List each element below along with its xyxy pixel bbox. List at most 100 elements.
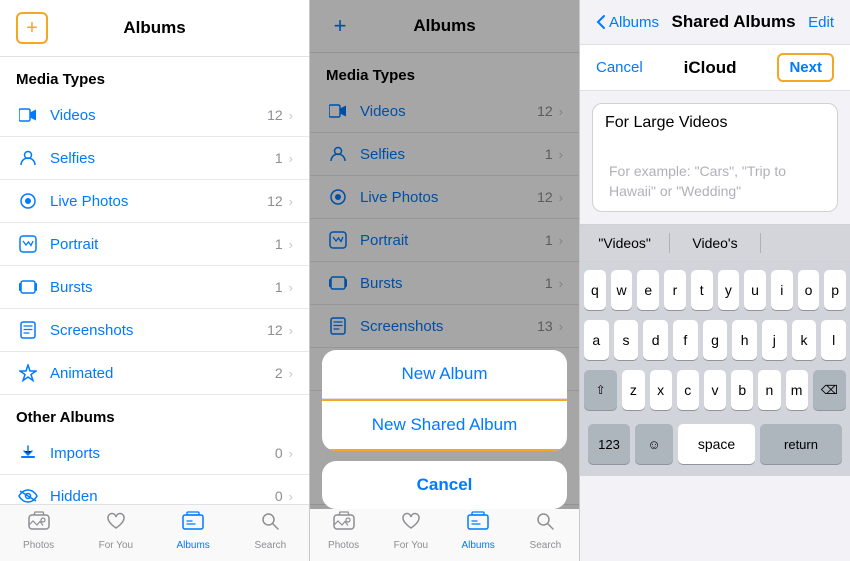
key-j[interactable]: j [762,320,787,360]
new-album-button[interactable]: New Album [322,350,567,399]
back-label: Albums [609,14,659,31]
chevron-icon: › [289,151,293,166]
list-item[interactable]: Animated 2 › [0,352,309,395]
overlay-menu: New Album New Shared Album Cancel [310,350,579,509]
keyboard-bottom-row: 123 ☺ space return [584,420,846,472]
key-c[interactable]: c [677,370,699,410]
back-button[interactable]: Albums [596,14,659,31]
key-l[interactable]: l [821,320,846,360]
tab-label: Albums [176,540,209,551]
key-a[interactable]: a [584,320,609,360]
new-album-card: New Album New Shared Album [322,350,567,451]
key-k[interactable]: k [792,320,817,360]
key-y[interactable]: y [718,270,740,310]
item-count: 0 [275,488,283,504]
item-count: 1 [275,279,283,295]
albums-tab-icon [182,511,204,537]
item-count: 0 [275,445,283,461]
key-u[interactable]: u [744,270,766,310]
next-button[interactable]: Next [777,53,834,82]
tab-photos[interactable]: Photos [310,511,377,551]
portrait-icon [16,232,40,256]
input-placeholder: For example: "Cars", "Trip to Hawaii" or… [605,162,825,201]
panel1-scroll: Media Types Videos 12 › Selfies 1 › Live… [0,57,309,504]
tab-label: For You [394,540,428,551]
tab-search[interactable]: Search [232,511,309,551]
item-label: Selfies [50,150,275,167]
suggestion-item[interactable]: Video's [670,233,760,253]
photos-tab-icon [333,511,355,537]
keyboard: q w e r t y u i o p a s d f g h j k l ⇧ … [580,262,850,476]
key-g[interactable]: g [703,320,728,360]
bursts-icon [16,275,40,299]
key-h[interactable]: h [732,320,757,360]
key-s[interactable]: s [614,320,639,360]
tab-foryou[interactable]: For You [377,511,444,551]
key-z[interactable]: z [622,370,644,410]
list-item[interactable]: Portrait 1 › [0,223,309,266]
list-item[interactable]: Hidden 0 › [0,475,309,504]
key-o[interactable]: o [798,270,820,310]
item-count: 1 [275,150,283,166]
list-item[interactable]: Imports 0 › [0,432,309,475]
item-count: 12 [267,107,283,123]
key-t[interactable]: t [691,270,713,310]
suggestion-item[interactable]: "Videos" [580,233,670,253]
key-b[interactable]: b [731,370,753,410]
list-item[interactable]: Selfies 1 › [0,137,309,180]
dialog-action-bar: Cancel iCloud Next [580,45,850,91]
chevron-icon: › [289,280,293,295]
key-n[interactable]: n [758,370,780,410]
tab-albums[interactable]: Albums [445,511,512,551]
key-space[interactable]: space [678,424,755,464]
suggestion-item[interactable] [761,233,850,253]
key-f[interactable]: f [673,320,698,360]
key-return[interactable]: return [760,424,842,464]
cancel-button[interactable]: Cancel [322,461,567,509]
photos-tab-icon [28,511,50,537]
video-icon [16,103,40,127]
panel-albums-1: + Albums Media Types Videos 12 › Selfies… [0,0,310,561]
key-p[interactable]: p [824,270,846,310]
list-item[interactable]: Screenshots 12 › [0,309,309,352]
key-emoji[interactable]: ☺ [635,424,673,464]
icloud-title: Shared Albums [672,12,796,32]
key-m[interactable]: m [786,370,808,410]
albums-tab-icon [467,511,489,537]
edit-button[interactable]: Edit [808,14,834,31]
panel1-title: Albums [123,18,185,38]
icloud-header: Albums Shared Albums Edit [580,0,850,45]
new-shared-album-button[interactable]: New Shared Album [322,399,567,451]
tab-albums[interactable]: Albums [155,511,232,551]
list-item[interactable]: Bursts 1 › [0,266,309,309]
selfies-icon [16,146,40,170]
item-count: 12 [267,322,283,338]
item-label: Hidden [50,488,275,505]
chevron-icon: › [289,489,293,504]
key-r[interactable]: r [664,270,686,310]
cancel-card: Cancel [322,461,567,509]
key-backspace[interactable]: ⌫ [813,370,846,410]
tab-search[interactable]: Search [512,511,579,551]
key-d[interactable]: d [643,320,668,360]
album-name-input[interactable] [605,114,825,132]
tab-photos[interactable]: Photos [0,511,77,551]
key-v[interactable]: v [704,370,726,410]
key-q[interactable]: q [584,270,606,310]
key-shift[interactable]: ⇧ [584,370,617,410]
list-item[interactable]: Videos 12 › [0,94,309,137]
key-e[interactable]: e [637,270,659,310]
key-num-toggle[interactable]: 123 [588,424,630,464]
tab-foryou[interactable]: For You [77,511,154,551]
suggestions-bar: "Videos" Video's [580,224,850,262]
imports-icon [16,441,40,465]
tab-label: Albums [461,540,494,551]
list-item[interactable]: Live Photos 12 › [0,180,309,223]
cancel-button[interactable]: Cancel [596,59,643,76]
key-w[interactable]: w [611,270,633,310]
add-album-button[interactable]: + [16,12,48,44]
key-i[interactable]: i [771,270,793,310]
key-x[interactable]: x [650,370,672,410]
tab-label: Photos [328,540,359,551]
foryou-tab-icon [106,511,126,537]
